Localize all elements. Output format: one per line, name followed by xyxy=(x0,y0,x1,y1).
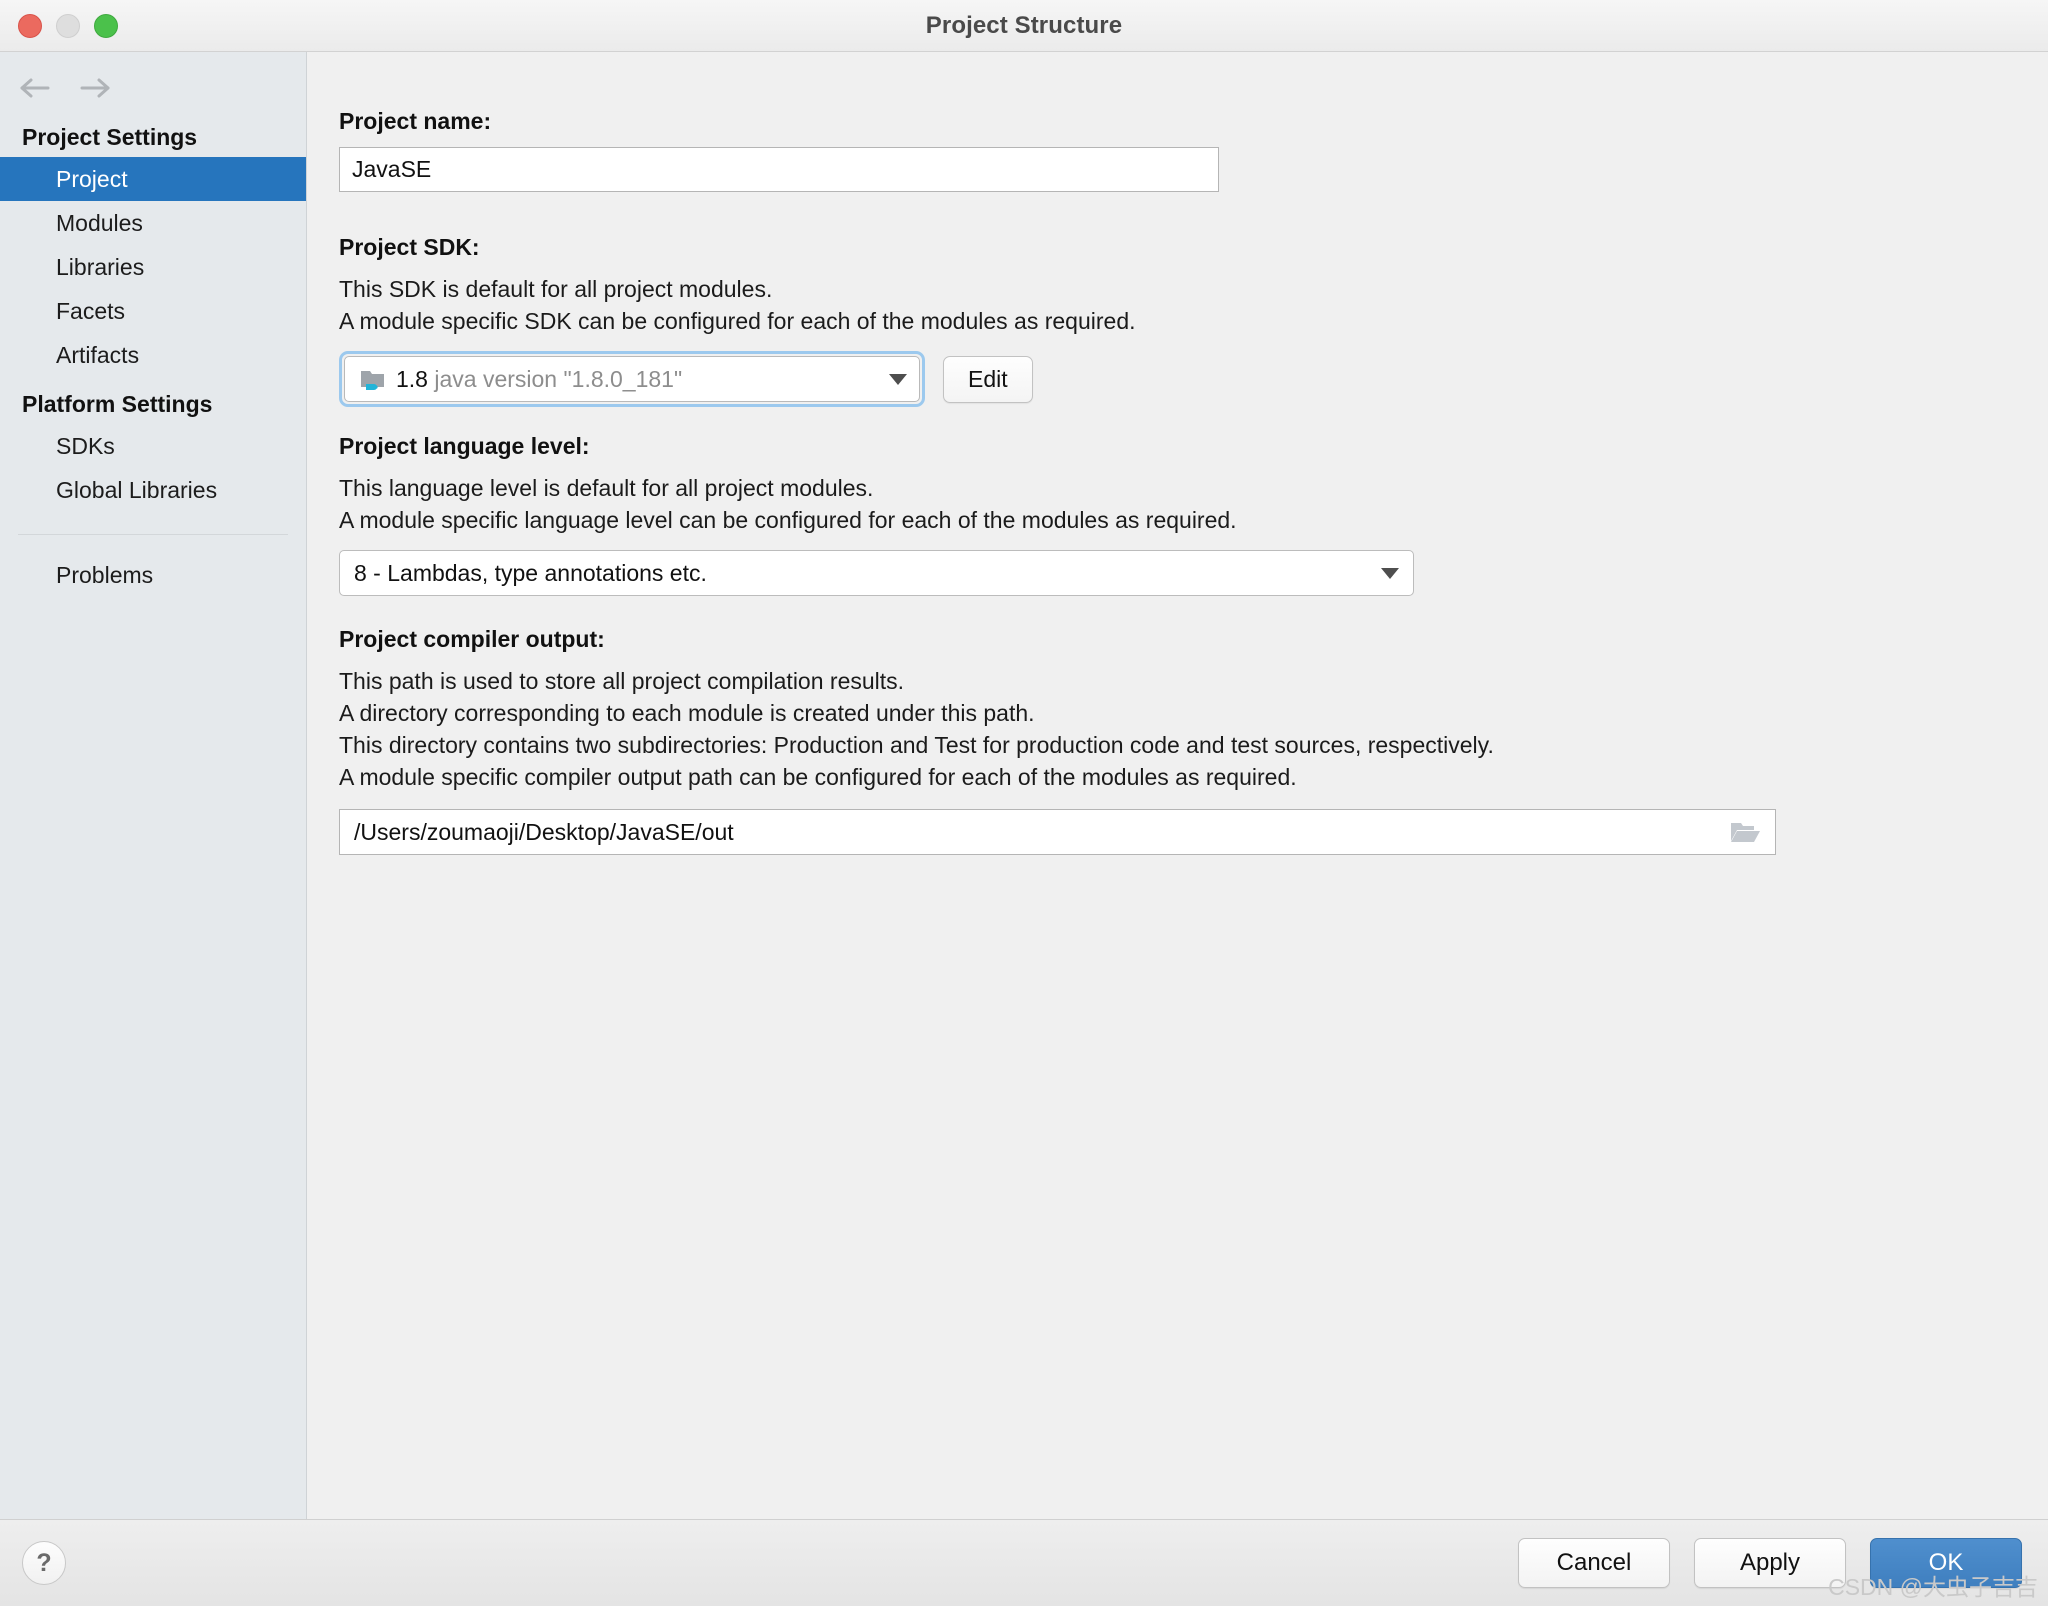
project-name-label: Project name: xyxy=(339,108,492,134)
project-language-level-combobox[interactable]: 8 - Lambdas, type annotations etc. xyxy=(339,550,1414,596)
project-sdk-version: 1.8 xyxy=(396,365,428,392)
close-window-button[interactable] xyxy=(18,13,42,38)
arrow-left-icon[interactable] xyxy=(18,75,52,101)
dialog-body: Project Settings Project Modules Librari… xyxy=(0,52,2048,1520)
title-bar: Project Structure xyxy=(0,0,2048,52)
compiler-output-description-line-1: This path is used to store all project c… xyxy=(339,668,905,694)
help-button[interactable]: ? xyxy=(22,1541,66,1585)
cancel-button[interactable]: Cancel xyxy=(1518,1538,1670,1588)
apply-button[interactable]: Apply xyxy=(1694,1538,1846,1588)
traffic-lights xyxy=(18,13,118,38)
project-sdk-value: 1.8 java version "1.8.0_181" xyxy=(396,366,880,393)
sidebar-group-title-platform-settings: Platform Settings xyxy=(22,391,213,417)
sidebar-item-modules[interactable]: Modules xyxy=(0,201,306,245)
sidebar-item-libraries[interactable]: Libraries xyxy=(0,245,306,289)
project-name-input[interactable]: JavaSE xyxy=(339,147,1219,192)
minimize-window-button[interactable] xyxy=(56,13,80,38)
project-structure-dialog: Project Structure Project Settings Proje… xyxy=(0,0,2048,1606)
sidebar-navigation xyxy=(0,66,306,110)
project-sdk-detail: java version "1.8.0_181" xyxy=(434,365,683,392)
dialog-footer: ? Cancel Apply OK CSDN @大虫子吉吉 xyxy=(0,1520,2048,1606)
project-sdk-row: 1.8 java version "1.8.0_181" Edit xyxy=(339,351,2008,407)
sidebar-item-label: Facets xyxy=(56,298,126,324)
sidebar-item-label: Libraries xyxy=(56,254,145,280)
edit-sdk-button[interactable]: Edit xyxy=(943,355,1033,403)
arrow-right-icon[interactable] xyxy=(78,75,112,101)
project-sdk-focus-ring: 1.8 java version "1.8.0_181" xyxy=(339,351,925,407)
window-title: Project Structure xyxy=(925,11,1123,39)
compiler-output-path-field[interactable]: /Users/zoumaoji/Desktop/JavaSE/out xyxy=(339,809,1776,855)
sidebar-item-problems[interactable]: Problems xyxy=(0,553,306,597)
project-sdk-combobox[interactable]: 1.8 java version "1.8.0_181" xyxy=(344,356,920,402)
project-compiler-output-label: Project compiler output: xyxy=(339,626,605,652)
main-content: Project name: JavaSE Project SDK: This S… xyxy=(307,52,2048,1519)
project-name-value: JavaSE xyxy=(352,156,432,182)
footer-button-group: Cancel Apply OK xyxy=(1518,1538,2022,1588)
compiler-output-description-line-4: A module specific compiler output path c… xyxy=(339,764,1297,790)
language-level-description-line-1: This language level is default for all p… xyxy=(339,475,874,501)
sidebar-item-project[interactable]: Project xyxy=(0,157,306,201)
compiler-output-description-line-2: A directory corresponding to each module… xyxy=(339,700,1035,726)
java-sdk-folder-icon xyxy=(359,365,387,393)
sidebar-divider xyxy=(18,534,288,535)
chevron-down-icon xyxy=(889,373,907,385)
folder-open-icon[interactable] xyxy=(1729,819,1761,845)
ok-button[interactable]: OK xyxy=(1870,1538,2022,1588)
sidebar-item-label: Artifacts xyxy=(56,342,140,368)
sidebar-item-label: SDKs xyxy=(56,433,115,459)
sidebar: Project Settings Project Modules Librari… xyxy=(0,52,307,1519)
compiler-output-path-value: /Users/zoumaoji/Desktop/JavaSE/out xyxy=(354,818,734,845)
compiler-output-description-line-3: This directory contains two subdirectori… xyxy=(339,732,1494,758)
sidebar-item-global-libraries[interactable]: Global Libraries xyxy=(0,468,306,512)
sidebar-item-label: Modules xyxy=(56,210,143,236)
sidebar-group-title-project-settings: Project Settings xyxy=(22,124,198,150)
sidebar-item-artifacts[interactable]: Artifacts xyxy=(0,333,306,377)
sidebar-item-label: Project xyxy=(56,166,128,192)
sidebar-item-sdks[interactable]: SDKs xyxy=(0,424,306,468)
project-language-level-label: Project language level: xyxy=(339,433,590,459)
project-sdk-description-line-1: This SDK is default for all project modu… xyxy=(339,276,773,302)
project-sdk-description-line-2: A module specific SDK can be configured … xyxy=(339,308,1136,334)
project-sdk-label: Project SDK: xyxy=(339,234,480,260)
sidebar-item-label: Problems xyxy=(56,562,154,588)
project-language-level-value: 8 - Lambdas, type annotations etc. xyxy=(354,559,707,586)
chevron-down-icon xyxy=(1381,567,1399,579)
zoom-window-button[interactable] xyxy=(94,13,118,38)
language-level-description-line-2: A module specific language level can be … xyxy=(339,507,1237,533)
sidebar-item-label: Global Libraries xyxy=(56,477,218,503)
sidebar-item-facets[interactable]: Facets xyxy=(0,289,306,333)
